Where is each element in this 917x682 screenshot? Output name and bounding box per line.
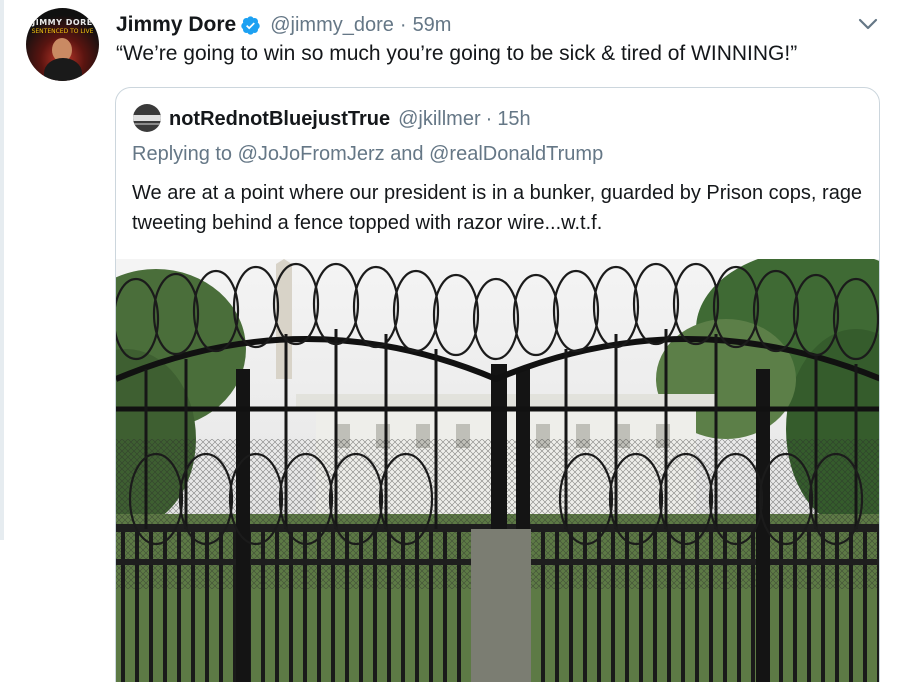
replying-to-line: Replying to @JoJoFromJerz and @realDonal…	[132, 143, 603, 166]
quoted-author-handle[interactable]: @jkillmer	[398, 108, 481, 131]
mention-link-realdonaldtrump[interactable]: @realDonaldTrump	[429, 143, 603, 165]
quoted-header-separator: ·	[485, 107, 493, 130]
quoted-tweet-text: We are at a point where our president is…	[132, 182, 863, 234]
avatar-text-sub: SENTENCED TO LIVE	[31, 28, 94, 35]
verified-badge-icon	[241, 15, 260, 35]
author-name[interactable]: Jimmy Dore	[116, 13, 236, 37]
author-handle[interactable]: @jimmy_dore	[270, 14, 394, 37]
quoted-avatar-stripe	[133, 115, 161, 121]
mention-link-jojofromjerz[interactable]: @JoJoFromJerz	[238, 143, 385, 165]
mention-joiner: and	[390, 143, 424, 165]
quoted-avatar-stripe-2	[133, 123, 161, 125]
replying-to-label: Replying to	[132, 143, 233, 165]
avatar-body	[44, 58, 82, 81]
quoted-tweet-photo[interactable]	[116, 259, 880, 682]
tweet-header: Jimmy Dore @jimmy_dore · 59m	[116, 10, 451, 40]
chevron-down-icon[interactable]	[856, 14, 880, 34]
quoted-tweet-card[interactable]: notRednotBluejustTrue @jkillmer · 15h Re…	[115, 87, 880, 682]
quoted-author-avatar[interactable]	[133, 104, 161, 132]
tweet-text: “We’re going to win so much you’re going…	[116, 42, 798, 65]
tweet-timestamp[interactable]: 59m	[413, 14, 452, 37]
quoted-tweet-timestamp[interactable]: 15h	[497, 108, 530, 131]
quoted-author-name[interactable]: notRednotBluejustTrue	[169, 108, 390, 131]
author-avatar[interactable]: JIMMY DORE SENTENCED TO LIVE	[26, 8, 99, 81]
avatar-text-top: JIMMY DORE	[32, 18, 93, 27]
timeline-left-border	[0, 0, 4, 540]
header-separator: ·	[399, 13, 407, 36]
quoted-tweet-header: notRednotBluejustTrue @jkillmer · 15h	[169, 105, 531, 133]
